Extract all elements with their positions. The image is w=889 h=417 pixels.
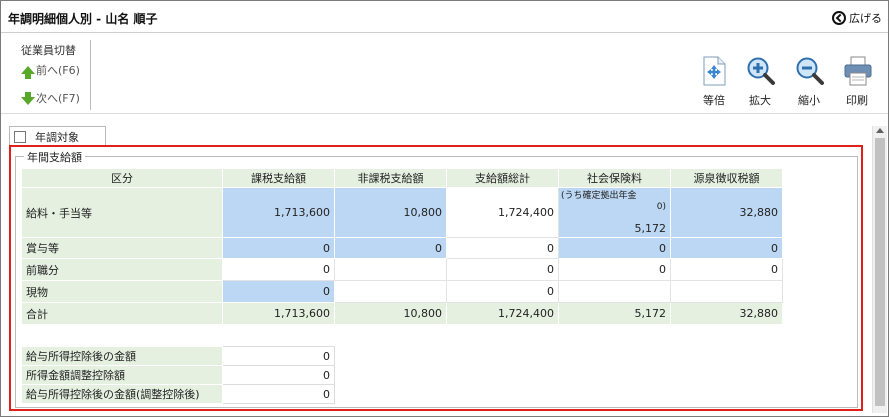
taxable-cell[interactable]: 0 [222, 237, 335, 259]
zoom-in-label: 拡大 [749, 94, 771, 107]
table-row: 賞与等 0 0 0 0 0 [21, 237, 783, 259]
social-insurance-cell[interactable]: 0 [558, 237, 671, 259]
taxable-cell[interactable]: 0 [222, 258, 335, 281]
toolbar: 従業員切替 前へ(F6) 次へ(F7) 等倍 拡大 縮小 印刷 [1, 34, 888, 114]
total-cell: 0 [446, 237, 559, 259]
column-header-social-insurance: 社会保険料 [558, 168, 671, 188]
column-header-taxable: 課税支給額 [222, 168, 335, 188]
withholding-cell[interactable]: 32,880 [670, 187, 783, 238]
prev-label: 前へ(F6) [36, 64, 80, 77]
table-row: 給与所得控除後の金額(調整控除後) 0 [21, 384, 335, 404]
scroll-up-icon[interactable] [876, 128, 884, 133]
tab-label: 年調対象 [35, 130, 79, 144]
year-end-target-checkbox[interactable] [14, 130, 26, 143]
chevron-left-circle-icon [832, 11, 846, 25]
column-header-withholding: 源泉徴収税額 [670, 168, 783, 188]
defined-contribution-note: (うち確定拠出年金 [561, 191, 637, 201]
zoom-out-button[interactable]: 縮小 [789, 56, 829, 108]
zoom-in-icon [747, 57, 775, 85]
printer-icon [844, 56, 872, 86]
deduction-value-cell: 0 [222, 346, 335, 366]
annual-payment-table: 区分 課税支給額 非課税支給額 支給額総計 社会保険料 源泉徴収税額 給料・手当… [21, 168, 783, 325]
withholding-cell[interactable]: 0 [670, 237, 783, 259]
social-insurance-cell [558, 280, 671, 303]
actual-size-icon [703, 56, 726, 86]
total-cell: 1,724,400 [446, 187, 559, 238]
nontaxable-cell [334, 258, 447, 281]
print-label: 印刷 [846, 94, 868, 107]
row-label: 前職分 [21, 258, 223, 281]
row-label: 賞与等 [21, 237, 223, 259]
table-row: 給料・手当等 1,713,600 10,800 1,724,400 (うち確定拠… [21, 187, 783, 238]
social-insurance-value: 5,172 [634, 222, 667, 235]
annual-payment-fieldset: 年間支給額 区分 課税支給額 非課税支給額 支給額総計 社会保険料 源泉徴収税額… [15, 149, 858, 408]
next-employee-button[interactable]: 次へ(F7) [21, 90, 80, 106]
withholding-cell [670, 280, 783, 303]
column-header-total: 支給額総計 [446, 168, 559, 188]
table-row: 現物 0 0 [21, 280, 783, 303]
nontaxable-cell [334, 280, 447, 303]
grand-total-cell: 1,724,400 [446, 302, 559, 325]
row-label: 給与所得控除後の金額(調整控除後) [21, 384, 223, 404]
row-label: 合計 [21, 302, 223, 325]
prev-employee-button[interactable]: 前へ(F6) [21, 62, 80, 79]
title-bar: 年調明細個人別 - 山名 順子 広げる [1, 1, 888, 33]
tab-year-end-target[interactable]: 年調対象 [9, 126, 106, 146]
section-legend: 年間支給額 [24, 149, 85, 165]
social-insurance-cell[interactable]: 0 [558, 258, 671, 281]
table-row: 所得金額調整控除額 0 [21, 365, 335, 385]
total-cell: 0 [446, 258, 559, 281]
employee-switch-label: 従業員切替 [21, 44, 76, 57]
expand-button[interactable]: 広げる [832, 9, 882, 27]
table-row: 前職分 0 0 0 0 [21, 258, 783, 281]
deduction-value-cell: 0 [222, 384, 335, 404]
table-row: 給与所得控除後の金額 0 [21, 346, 335, 366]
annual-payment-panel: 年間支給額 区分 課税支給額 非課税支給額 支給額総計 社会保険料 源泉徴収税額… [9, 145, 863, 411]
window-title: 年調明細個人別 - 山名 順子 [8, 12, 158, 26]
row-label: 所得金額調整控除額 [21, 365, 223, 385]
arrow-down-icon [21, 91, 35, 105]
nontaxable-cell[interactable]: 10,800 [334, 187, 447, 238]
actual-size-label: 等倍 [703, 94, 725, 107]
expand-label: 広げる [849, 12, 882, 25]
employee-switch-group: 従業員切替 前へ(F6) 次へ(F7) [13, 40, 91, 110]
next-label: 次へ(F7) [36, 92, 80, 105]
tab-strip: 年調対象 [9, 126, 871, 146]
social-insurance-total-cell: 5,172 [558, 302, 671, 325]
withholding-cell[interactable]: 0 [670, 258, 783, 281]
nontaxable-total-cell: 10,800 [334, 302, 447, 325]
zoom-out-icon [796, 57, 824, 85]
year-end-adjustment-window: 年調明細個人別 - 山名 順子 広げる 従業員切替 前へ(F6) 次へ(F7) [0, 0, 889, 417]
table-row-total: 合計 1,713,600 10,800 1,724,400 5,172 32,8… [21, 302, 783, 325]
nontaxable-cell[interactable]: 0 [334, 237, 447, 259]
row-label: 給料・手当等 [21, 187, 223, 238]
row-label: 現物 [21, 280, 223, 303]
arrow-up-icon [21, 66, 35, 79]
actual-size-button[interactable]: 等倍 [694, 56, 734, 108]
column-header-category: 区分 [21, 168, 223, 188]
deduction-value-cell: 0 [222, 365, 335, 385]
withholding-total-cell: 32,880 [670, 302, 783, 325]
print-button[interactable]: 印刷 [837, 56, 877, 108]
taxable-total-cell: 1,713,600 [222, 302, 335, 325]
row-label: 給与所得控除後の金額 [21, 346, 223, 366]
taxable-cell[interactable]: 0 [222, 280, 335, 303]
zoom-in-button[interactable]: 拡大 [740, 56, 780, 108]
scroll-thumb[interactable] [875, 138, 885, 406]
column-header-nontaxable: 非課税支給額 [334, 168, 447, 188]
social-insurance-cell[interactable]: (うち確定拠出年金 0) 5,172 [558, 187, 671, 238]
deduction-table: 給与所得控除後の金額 0 所得金額調整控除額 0 給与所得控除後の金額(調整控除… [21, 346, 335, 404]
table-header-row: 区分 課税支給額 非課税支給額 支給額総計 社会保険料 源泉徴収税額 [21, 168, 783, 188]
zoom-out-label: 縮小 [798, 94, 820, 107]
defined-contribution-value: 0) [656, 202, 666, 212]
total-cell: 0 [446, 280, 559, 303]
vertical-scrollbar[interactable] [872, 126, 887, 413]
taxable-cell[interactable]: 1,713,600 [222, 187, 335, 238]
